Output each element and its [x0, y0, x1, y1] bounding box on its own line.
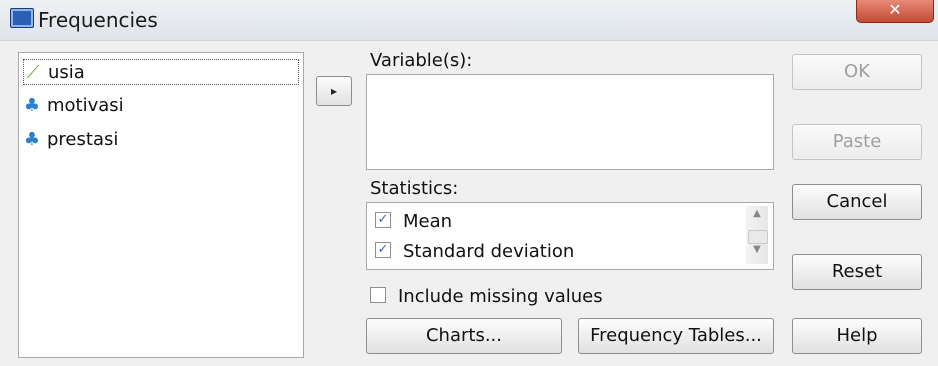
statistics-scrollbar[interactable]: ▲ ▼: [746, 206, 768, 264]
paste-button[interactable]: Paste: [792, 124, 922, 160]
ok-button[interactable]: OK: [792, 54, 922, 90]
title-bar: Frequencies ✕: [0, 0, 938, 41]
statistics-list[interactable]: ✓ Mean ✓ Standard deviation: [366, 202, 774, 270]
scroll-up-arrow-icon[interactable]: ▲: [746, 208, 768, 226]
list-item-label: usia: [48, 62, 85, 83]
list-item-prestasi[interactable]: ♣ prestasi: [23, 127, 299, 153]
scale-icon: ♣: [23, 129, 41, 150]
statistic-label: Standard deviation: [403, 241, 575, 262]
close-button[interactable]: ✕: [856, 0, 934, 23]
list-item-usia[interactable]: ⟋ usia: [23, 59, 299, 85]
scroll-down-arrow-icon[interactable]: ▼: [746, 244, 768, 262]
include-missing-values-option[interactable]: Include missing values: [370, 286, 603, 307]
scale-icon: ♣: [23, 95, 41, 116]
charts-button[interactable]: Charts...: [366, 318, 562, 354]
checkbox-checked-icon[interactable]: ✓: [375, 212, 391, 228]
statistic-mean[interactable]: ✓ Mean: [375, 209, 452, 235]
source-variable-list[interactable]: ⟋ usia ♣ motivasi ♣ prestasi: [18, 52, 304, 358]
statistics-label: Statistics:: [370, 178, 459, 199]
scroll-thumb[interactable]: [748, 230, 768, 244]
statistic-label: Mean: [403, 211, 453, 232]
frequency-tables-button[interactable]: Frequency Tables...: [578, 318, 774, 354]
checkbox-checked-icon[interactable]: ✓: [375, 242, 391, 258]
move-variable-button[interactable]: ▸: [316, 76, 352, 106]
help-button[interactable]: Help: [792, 318, 922, 354]
app-icon: [10, 8, 34, 28]
statistic-std-dev[interactable]: ✓ Standard deviation: [375, 239, 574, 265]
window-title: Frequencies: [38, 8, 158, 32]
checkbox-unchecked-icon[interactable]: [370, 287, 386, 303]
variables-label: Variable(s):: [370, 50, 473, 71]
selected-variables-list[interactable]: [366, 74, 774, 170]
ruler-icon: ⟋: [26, 62, 40, 83]
list-item-motivasi[interactable]: ♣ motivasi: [23, 93, 299, 119]
list-item-label: motivasi: [47, 95, 124, 116]
list-item-label: prestasi: [47, 129, 119, 150]
include-missing-label: Include missing values: [398, 286, 603, 307]
cancel-button[interactable]: Cancel: [792, 184, 922, 220]
reset-button[interactable]: Reset: [792, 254, 922, 290]
